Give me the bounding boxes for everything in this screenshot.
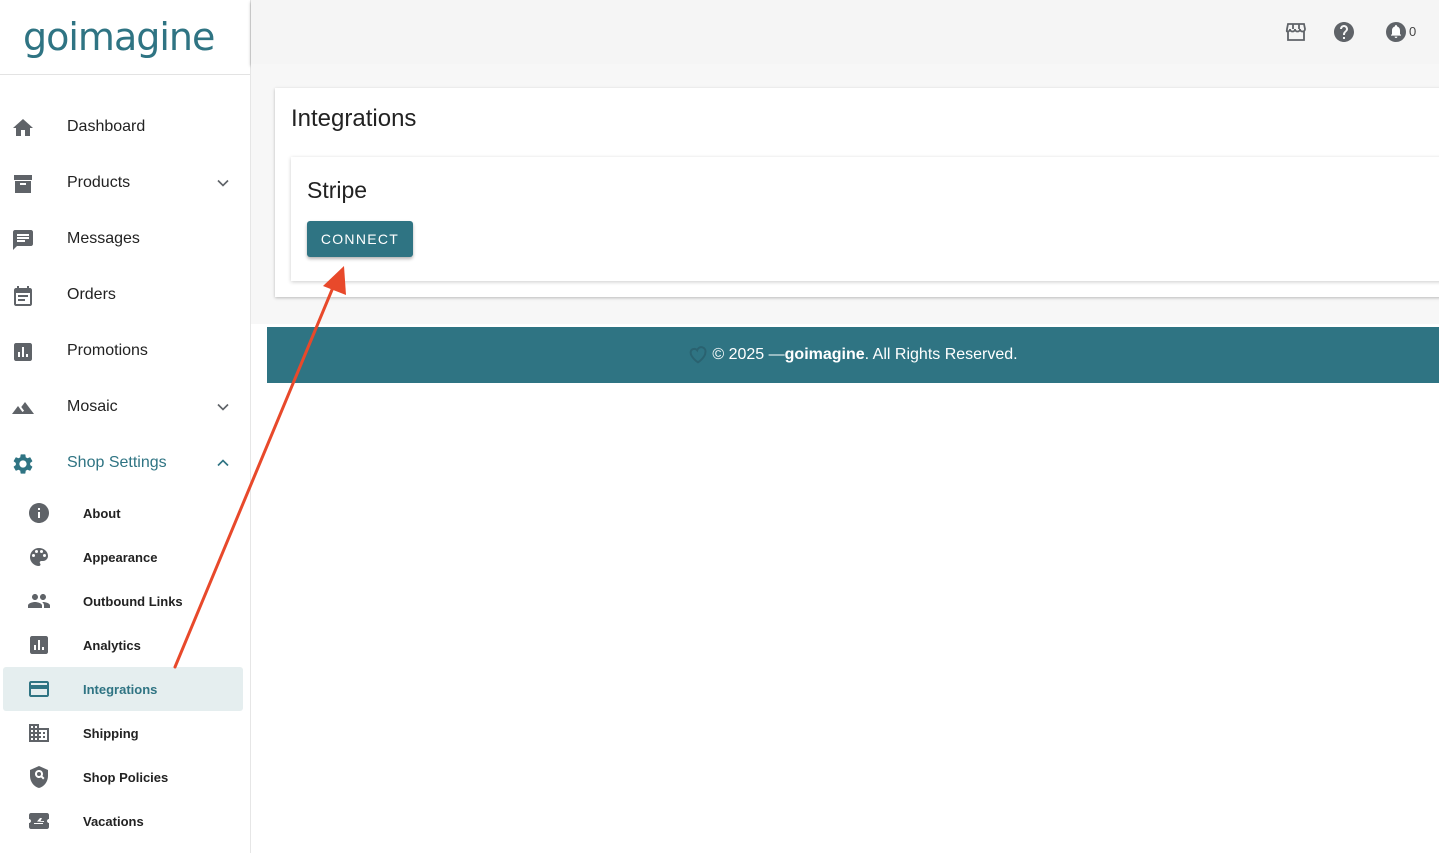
footer: © 2025 — goimagine. All Rights Reserved. — [267, 327, 1439, 383]
logo-area: goimagine — [0, 0, 250, 75]
bar-chart-icon — [14, 343, 32, 361]
sidebar-subitem-label: Shop Policies — [83, 769, 169, 785]
sidebar-item-products[interactable]: Products — [0, 155, 250, 211]
footer-copyright-suffix: . All Rights Reserved. — [864, 346, 1018, 363]
sidebar-item-mosaic[interactable]: Mosaic — [0, 379, 250, 435]
calendar-icon — [14, 286, 32, 306]
sidebar-item-label: Messages — [67, 230, 140, 247]
sidebar-subitem-shop-policies[interactable]: Shop Policies — [0, 755, 250, 799]
sidebar-nav: Dashboard Products Messages Orders Promo… — [0, 99, 250, 843]
archive-icon — [14, 175, 32, 193]
main-content: Integrations Stripe CONNECT — [251, 64, 1439, 324]
sidebar: goimagine Dashboard Products Messages Or… — [0, 0, 251, 853]
plane-ticket-icon — [29, 813, 49, 829]
info-icon — [29, 503, 49, 523]
notification-count: 0 — [1409, 24, 1417, 39]
mountain-icon — [12, 402, 34, 414]
sidebar-subitem-vacations[interactable]: Vacations — [0, 799, 250, 843]
sidebar-subitem-analytics[interactable]: Analytics — [0, 623, 250, 667]
sidebar-item-label: Mosaic — [67, 398, 118, 415]
footer-brand: goimagine — [784, 346, 865, 363]
sidebar-item-messages[interactable]: Messages — [0, 211, 250, 267]
sidebar-subitem-label: Shipping — [83, 725, 139, 741]
sidebar-subitem-shipping[interactable]: Shipping — [0, 711, 250, 755]
notification-icon[interactable] — [1384, 20, 1408, 44]
chevron-down-icon[interactable] — [213, 173, 233, 193]
sidebar-subitem-label: Integrations — [83, 681, 158, 697]
sidebar-subitem-label: About — [83, 505, 121, 521]
sidebar-item-label: Orders — [67, 286, 116, 303]
sidebar-item-label: Dashboard — [67, 118, 146, 135]
help-icon[interactable] — [1332, 20, 1356, 44]
people-icon — [28, 594, 50, 608]
sidebar-item-orders[interactable]: Orders — [0, 267, 250, 323]
gear-icon — [13, 454, 33, 474]
page-title: Integrations — [291, 105, 417, 132]
sidebar-subitem-label: Appearance — [83, 549, 158, 565]
sidebar-subitem-label: Vacations — [83, 813, 144, 829]
chevron-down-icon[interactable] — [213, 397, 233, 417]
connect-button[interactable]: CONNECT — [307, 221, 413, 257]
analytics-icon — [30, 636, 48, 654]
footer-copyright-prefix: © 2025 — — [712, 346, 785, 363]
sidebar-subitem-about[interactable]: About — [0, 491, 250, 535]
chevron-up-icon[interactable] — [213, 453, 233, 473]
storefront-icon[interactable] — [1284, 20, 1308, 44]
home-icon — [13, 119, 33, 136]
sidebar-item-shop-settings[interactable]: Shop Settings — [0, 435, 250, 491]
goimagine-logo[interactable]: goimagine — [23, 15, 215, 59]
palette-icon — [30, 548, 48, 566]
sidebar-item-label: Shop Settings — [67, 454, 167, 471]
sidebar-item-dashboard[interactable]: Dashboard — [0, 99, 250, 155]
sidebar-subitem-label: Analytics — [83, 637, 141, 653]
top-bar: 0 — [251, 0, 1439, 64]
stripe-integration-card: Stripe CONNECT — [291, 157, 1439, 281]
sidebar-subitem-label: Outbound Links — [83, 593, 183, 609]
heart-icon — [690, 346, 707, 364]
sidebar-item-label: Products — [67, 174, 131, 191]
sidebar-subitem-appearance[interactable]: Appearance — [0, 535, 250, 579]
integration-name: Stripe — [307, 177, 368, 203]
shop-settings-submenu: About Appearance Outbound Links Analytic… — [0, 491, 250, 843]
integrations-card: Integrations Stripe CONNECT — [275, 88, 1439, 297]
sidebar-item-label: Promotions — [67, 342, 148, 359]
sidebar-subitem-integrations[interactable]: Integrations — [3, 667, 243, 711]
shield-search-icon — [30, 766, 48, 788]
building-icon — [29, 724, 49, 742]
credit-card-icon — [29, 681, 49, 697]
sidebar-subitem-outbound-links[interactable]: Outbound Links — [0, 579, 250, 623]
sidebar-item-promotions[interactable]: Promotions — [0, 323, 250, 379]
message-icon — [13, 230, 33, 250]
